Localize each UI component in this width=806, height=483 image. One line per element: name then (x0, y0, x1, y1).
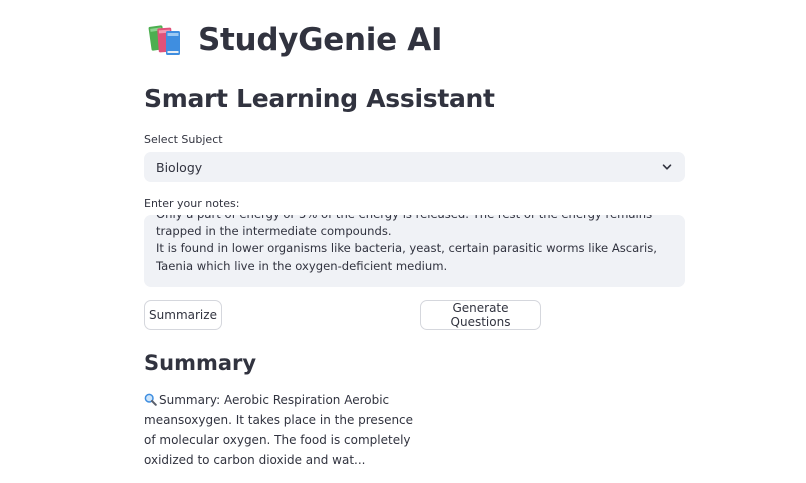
notes-label: Enter your notes: (144, 197, 240, 210)
page-title: Smart Learning Assistant (144, 84, 495, 113)
notes-textarea[interactable]: Only a part of energy or 5% of the energ… (144, 215, 685, 287)
subject-label: Select Subject (144, 133, 223, 146)
summarize-button[interactable]: Summarize (144, 300, 222, 330)
app-title: StudyGenie AI (198, 22, 443, 58)
subject-selected-value: Biology (156, 159, 203, 175)
notes-text[interactable]: Only a part of energy or 5% of the energ… (156, 215, 667, 275)
resize-handle-icon[interactable] (676, 278, 683, 287)
app-container: StudyGenie AI Smart Learning Assistant S… (0, 0, 806, 483)
generate-questions-button[interactable]: Generate Questions (420, 300, 541, 330)
app-header: StudyGenie AI (148, 18, 443, 62)
summary-text: Summary: Aerobic Respiration Aerobic mea… (144, 393, 414, 467)
chevron-down-icon (661, 158, 673, 177)
summary-heading: Summary (144, 351, 257, 375)
summary-output: Summary: Aerobic Respiration Aerobic mea… (144, 390, 414, 470)
books-icon (148, 22, 186, 58)
magnifier-icon (144, 392, 157, 406)
subject-select[interactable]: Biology (144, 152, 685, 182)
